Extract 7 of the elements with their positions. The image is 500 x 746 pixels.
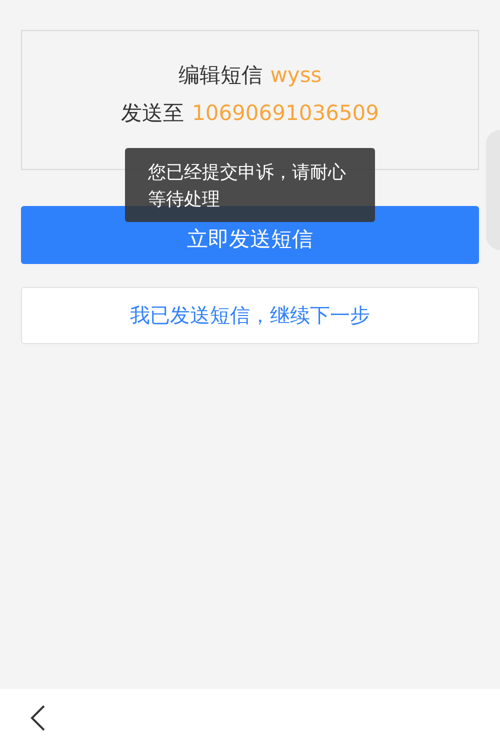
send-to-label: 发送至 — [120, 100, 184, 127]
continue-button[interactable]: 我已发送短信，继续下一步 — [21, 287, 479, 344]
edit-sms-label: 编辑短信 — [178, 62, 262, 89]
sms-code: wyss — [270, 63, 322, 87]
phone-number: 10690691036509 — [192, 101, 380, 125]
back-icon[interactable] — [30, 704, 46, 730]
toast-message: 您已经提交申诉，请耐心等待处理 — [125, 148, 375, 222]
